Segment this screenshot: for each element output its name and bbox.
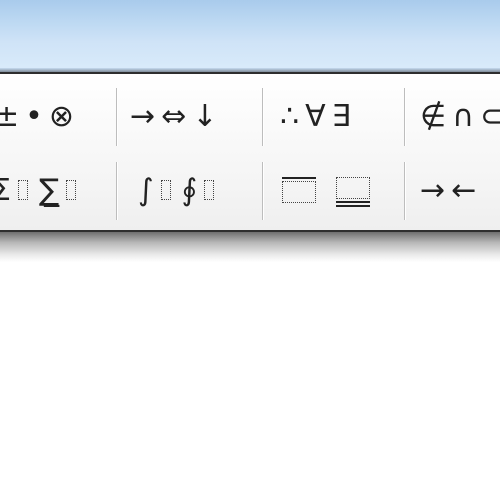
labeled-right-arrow-button[interactable]: → <box>420 173 447 208</box>
summation-templates-group[interactable]: Σ ∑̲ <box>0 156 87 224</box>
toolbar-row-2: Σ ∑̲ ∫ ∮ → ← <box>0 156 500 224</box>
contour-integral-button[interactable]: ∮ <box>182 173 200 208</box>
circled-times-button[interactable]: ⊗ <box>49 99 76 134</box>
summation-button[interactable]: Σ <box>0 173 13 208</box>
template-slot-icon <box>65 177 77 203</box>
arrow-symbols-group[interactable]: → ⇔ ↓ <box>130 82 223 150</box>
separator <box>262 88 264 146</box>
integral-button[interactable]: ∫ <box>138 173 156 208</box>
overbar-template-button[interactable] <box>282 175 316 205</box>
template-slot-icon <box>160 177 172 203</box>
operator-symbols-group[interactable]: ± • ⊗ <box>0 82 80 150</box>
down-arrow-button[interactable]: ↓ <box>192 99 219 134</box>
toolbar-shadow <box>0 232 500 262</box>
labeled-left-arrow-button[interactable]: ← <box>451 173 478 208</box>
right-arrow-button[interactable]: → <box>130 99 157 134</box>
separator <box>262 162 264 220</box>
separator <box>116 162 118 220</box>
logic-symbols-group[interactable]: ∴ ∀ ∃ <box>280 82 357 150</box>
intersection-button[interactable]: ∩ <box>452 99 476 134</box>
double-arrow-button[interactable]: ⇔ <box>161 99 188 134</box>
exists-button[interactable]: ∃ <box>332 99 353 134</box>
bullet-operator-button[interactable]: • <box>25 99 45 134</box>
integral-templates-group[interactable]: ∫ ∮ <box>138 156 225 224</box>
template-slot-icon <box>282 181 316 203</box>
template-slot-icon <box>17 177 29 203</box>
template-slot-icon <box>203 177 215 203</box>
summation-limits-button[interactable]: ∑̲ <box>39 173 61 208</box>
plus-minus-button[interactable]: ± <box>0 99 21 134</box>
template-slot-icon <box>336 177 370 199</box>
separator <box>404 88 406 146</box>
therefore-button[interactable]: ∴ <box>280 99 301 134</box>
equation-toolbar: ± • ⊗ → ⇔ ↓ ∴ ∀ ∃ ∉ ∩ ⊂ Σ ∑̲ ∫ ∮ → ← <box>0 72 500 232</box>
window-title-bar <box>0 0 500 70</box>
separator <box>404 162 406 220</box>
set-symbols-group[interactable]: ∉ ∩ ⊂ <box>420 82 500 150</box>
not-element-of-button[interactable]: ∉ <box>420 99 448 134</box>
separator <box>116 88 118 146</box>
double-underbar-icon <box>336 205 370 207</box>
underbar-icon <box>336 201 370 203</box>
underbar-template-button[interactable] <box>336 175 370 207</box>
labeled-arrow-templates-group[interactable]: → ← <box>420 156 482 224</box>
toolbar-row-1: ± • ⊗ → ⇔ ↓ ∴ ∀ ∃ ∉ ∩ ⊂ <box>0 82 500 150</box>
subset-button[interactable]: ⊂ <box>480 99 500 134</box>
for-all-button[interactable]: ∀ <box>305 99 328 134</box>
bar-templates-group[interactable] <box>282 156 390 224</box>
overbar-icon <box>282 177 316 179</box>
